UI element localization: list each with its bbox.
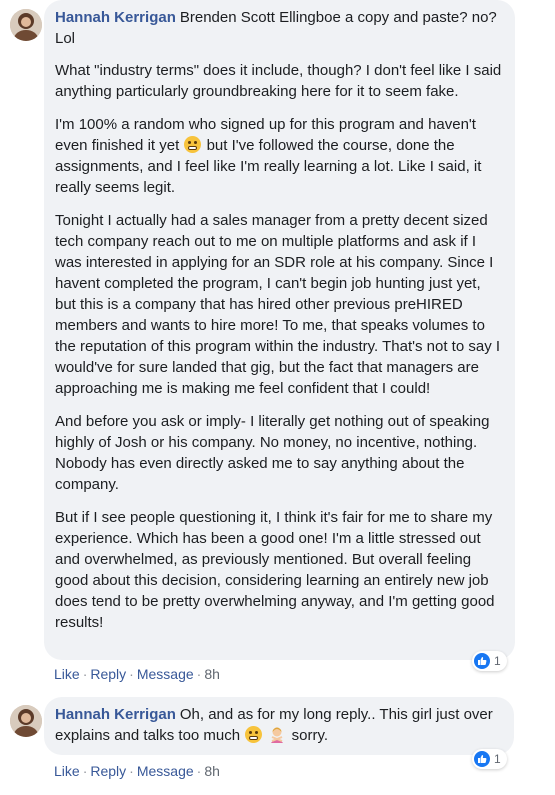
separator: · [82, 666, 88, 682]
avatar[interactable] [10, 9, 42, 41]
avatar[interactable] [10, 705, 42, 737]
comment-bubble: Hannah Kerrigan Oh, and as for my long re… [44, 697, 514, 755]
like-link[interactable]: Like [54, 763, 80, 779]
comment-paragraph: What "industry terms" does it include, t… [55, 62, 502, 100]
grimacing-face-emoji [245, 726, 263, 743]
reaction-number: 1 [494, 654, 501, 668]
avatar-image [10, 9, 42, 41]
grimacing-face-emoji [184, 136, 202, 153]
reply-link[interactable]: Reply [90, 666, 126, 682]
message-link[interactable]: Message [137, 666, 194, 682]
comment-paragraph: I'm 100% a random who signed up for this… [55, 114, 505, 198]
comment-actions: Like · Reply · Message · 8h [54, 666, 220, 682]
thumbs-up-icon [474, 751, 490, 767]
reaction-count[interactable]: 1 [472, 651, 507, 671]
reply-link[interactable]: Reply [90, 763, 126, 779]
message-link[interactable]: Message [137, 763, 194, 779]
avatar-image [10, 705, 42, 737]
timestamp[interactable]: 8h [204, 763, 220, 779]
comment-text: sorry. [291, 727, 329, 744]
comment-paragraph: And before you ask or imply- I literally… [55, 413, 490, 493]
separator: · [82, 763, 88, 779]
comment-paragraph: Tonight I actually had a sales manager f… [55, 212, 501, 397]
comment-actions: Like · Reply · Message · 8h [54, 763, 220, 779]
author-name[interactable]: Hannah Kerrigan [55, 706, 176, 723]
thumbs-up-icon [474, 653, 490, 669]
separator: · [196, 666, 202, 682]
reaction-number: 1 [494, 752, 501, 766]
timestamp[interactable]: 8h [204, 666, 220, 682]
comment-paragraph: But if I see people questioning it, I th… [55, 509, 495, 631]
separator: · [129, 666, 134, 682]
separator: · [196, 763, 202, 779]
author-name[interactable]: Hannah Kerrigan [55, 9, 176, 26]
reaction-count[interactable]: 1 [472, 749, 507, 769]
separator: · [129, 763, 134, 779]
like-link[interactable]: Like [54, 666, 80, 682]
comment-bubble: Hannah Kerrigan Brenden Scott Ellingboe a… [44, 0, 515, 660]
person-gesturing-no-emoji [271, 727, 284, 743]
